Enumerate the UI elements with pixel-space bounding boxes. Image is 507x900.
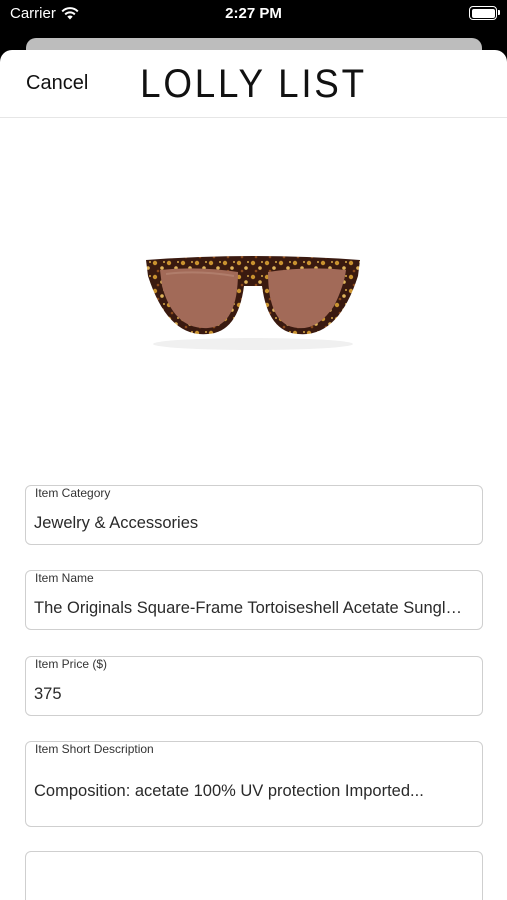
item-price-field[interactable]: Item Price ($) 375 [25, 656, 483, 716]
modal-sheet: Cancel LOLLY LIST Item Category Jewelry … [0, 50, 507, 900]
product-image [146, 256, 360, 350]
item-category-value[interactable]: Jewelry & Accessories [34, 514, 468, 533]
item-name-label: Item Name [34, 571, 95, 585]
item-name-field[interactable]: Item Name The Originals Square-Frame Tor… [25, 570, 483, 630]
battery-icon [469, 6, 500, 20]
item-short-description-label: Item Short Description [34, 742, 155, 756]
status-time: 2:27 PM [225, 5, 282, 22]
item-short-description-field[interactable]: Item Short Description Composition: acet… [25, 741, 483, 827]
item-price-input[interactable]: 375 [34, 685, 468, 704]
item-short-description-input[interactable]: Composition: acetate 100% UV protection … [34, 782, 468, 801]
item-long-description-field[interactable] [25, 851, 483, 900]
logo: LOLLY LIST [140, 62, 367, 106]
item-price-label: Item Price ($) [34, 657, 109, 671]
item-category-label: Item Category [34, 486, 112, 500]
nav-bar: Cancel LOLLY LIST [0, 50, 507, 118]
item-category-field[interactable]: Item Category Jewelry & Accessories [25, 485, 483, 545]
status-bar: Carrier 2:27 PM [0, 0, 507, 30]
item-name-input[interactable]: The Originals Square-Frame Tortoiseshell… [34, 599, 468, 618]
